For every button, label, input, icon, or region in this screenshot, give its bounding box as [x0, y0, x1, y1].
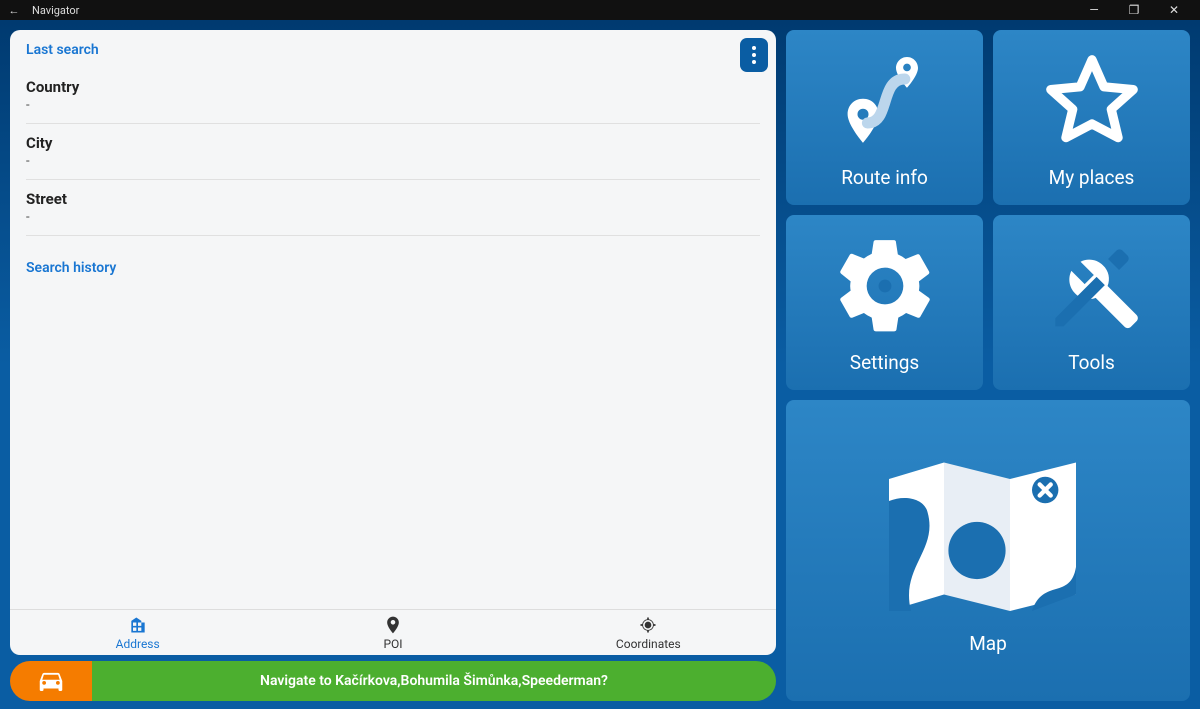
tab-address[interactable]: Address: [10, 610, 265, 655]
tab-coordinates-label: Coordinates: [616, 637, 681, 651]
titlebar: ← Navigator — ❐ ✕: [0, 0, 1200, 20]
tile-my-places[interactable]: My places: [993, 30, 1190, 205]
navigate-button[interactable]: Navigate to Kačírkova,Bohumila Šimůnka,S…: [92, 661, 776, 701]
field-city[interactable]: City -: [26, 124, 760, 180]
field-country-value: -: [26, 98, 760, 113]
search-tabs: Address POI Coordinates: [10, 609, 776, 655]
route-icon: [830, 46, 940, 156]
field-street[interactable]: Street -: [26, 180, 760, 236]
right-column: Route info My places Settings Tools: [786, 30, 1190, 701]
window-title: Navigator: [32, 4, 79, 17]
tab-address-label: Address: [116, 637, 160, 651]
crosshair-icon: [638, 615, 658, 635]
more-vertical-icon: [752, 46, 756, 64]
app-frame: Last search Country - City - Street - Se…: [0, 20, 1200, 709]
back-button[interactable]: ←: [6, 4, 22, 17]
field-city-label: City: [26, 134, 760, 152]
last-search-heading: Last search: [26, 42, 760, 58]
car-icon: [36, 666, 66, 696]
building-icon: [128, 615, 148, 635]
gear-icon: [830, 231, 940, 341]
navigate-prompt: Navigate to Kačírkova,Bohumila Šimůnka,S…: [260, 673, 608, 689]
vehicle-button[interactable]: [10, 661, 92, 701]
tab-coordinates[interactable]: Coordinates: [521, 610, 776, 655]
navigate-bar: Navigate to Kačírkova,Bohumila Šimůnka,S…: [10, 661, 776, 701]
maximize-button[interactable]: ❐: [1114, 3, 1154, 17]
tab-poi[interactable]: POI: [265, 610, 520, 655]
close-button[interactable]: ✕: [1154, 3, 1194, 17]
left-column: Last search Country - City - Street - Se…: [10, 30, 776, 701]
tile-settings[interactable]: Settings: [786, 215, 983, 390]
pin-icon: [383, 615, 403, 635]
tile-tools[interactable]: Tools: [993, 215, 1190, 390]
tile-map[interactable]: Map: [786, 400, 1190, 701]
tab-poi-label: POI: [383, 637, 402, 651]
field-country-label: Country: [26, 78, 760, 96]
field-city-value: -: [26, 154, 760, 169]
tile-route-info[interactable]: Route info: [786, 30, 983, 205]
tile-route-info-label: Route info: [841, 166, 928, 189]
map-icon: [878, 446, 1098, 622]
tile-tools-label: Tools: [1068, 351, 1115, 374]
search-history-link[interactable]: Search history: [26, 260, 760, 276]
field-street-label: Street: [26, 190, 760, 208]
tile-map-label: Map: [969, 632, 1007, 655]
field-street-value: -: [26, 210, 760, 225]
tile-settings-label: Settings: [850, 351, 919, 374]
search-panel: Last search Country - City - Street - Se…: [10, 30, 776, 655]
tile-my-places-label: My places: [1049, 166, 1135, 189]
star-icon: [1037, 46, 1147, 156]
field-country[interactable]: Country -: [26, 68, 760, 124]
tools-icon: [1037, 231, 1147, 341]
minimize-button[interactable]: —: [1074, 3, 1114, 17]
more-menu-button[interactable]: [740, 38, 768, 72]
